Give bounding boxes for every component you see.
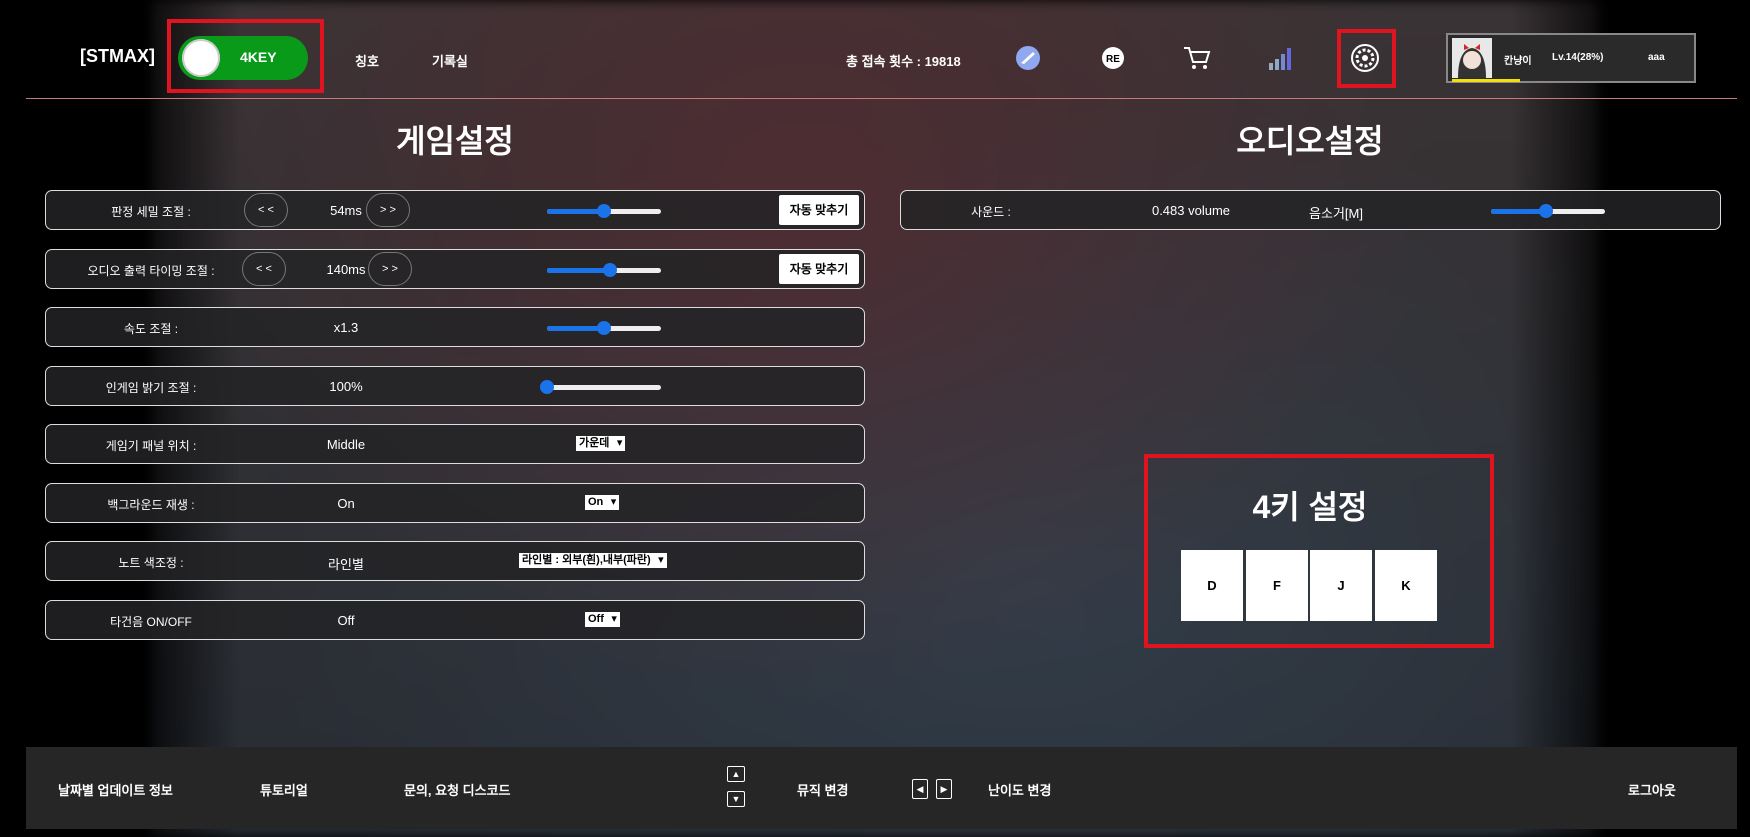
background-play-row: 백그라운드 재생 : On On: [45, 483, 865, 523]
profile-card[interactable]: 칸냥이 Lv.14(28%) aaa: [1446, 33, 1696, 83]
re-icon[interactable]: RE: [1098, 43, 1128, 73]
nav-titles[interactable]: 칭호: [355, 51, 379, 70]
visit-count: 총 접속 횟수 : 19818: [846, 54, 961, 69]
judge-offset-slider[interactable]: [547, 204, 661, 218]
auto-calibrate-button[interactable]: 자동 맞추기: [779, 254, 859, 284]
nav-records[interactable]: 기록실: [432, 51, 468, 70]
slider-thumb[interactable]: [540, 380, 554, 394]
avatar: [1452, 38, 1492, 78]
volume-value: 0.483 volume: [1151, 203, 1231, 218]
key-binding-3[interactable]: J: [1310, 550, 1372, 621]
game-settings-title: 게임설정: [396, 123, 514, 159]
row-value: x1.3: [333, 320, 359, 335]
audio-timing-row: 오디오 출력 타이밍 조절 : < < 140ms > > 자동 맞추기: [45, 249, 865, 289]
increase-button[interactable]: > >: [368, 252, 412, 286]
key-binding-1[interactable]: D: [1181, 550, 1243, 621]
toggle-knob: [182, 39, 220, 77]
brightness-slider[interactable]: [540, 380, 661, 394]
brightness-row: 인게임 밝기 조절 : 100%: [45, 366, 865, 406]
row-value: On: [337, 496, 355, 511]
ranking-bars-icon[interactable]: [1266, 43, 1296, 73]
row-label: 타건음 ON/OFF: [110, 615, 192, 629]
auto-calibrate-button[interactable]: 자동 맞추기: [779, 195, 859, 225]
panel-position-row: 게임기 패널 위치 : Middle 가운데: [45, 424, 865, 464]
music-change-label: 뮤직 변경: [797, 783, 849, 798]
row-value: Off: [337, 613, 355, 628]
difficulty-change-label: 난이도 변경: [988, 783, 1052, 798]
row-label: 사운드 :: [971, 205, 1011, 219]
background-dim: [0, 0, 1750, 837]
row-label: 오디오 출력 타이밍 조절 :: [87, 264, 215, 278]
profile-name: 칸냥이: [1504, 56, 1532, 67]
mode-toggle[interactable]: 4KEY: [178, 36, 308, 80]
audio-timing-slider[interactable]: [547, 263, 661, 277]
logout-link[interactable]: 로그아웃: [1628, 780, 1676, 799]
note-color-row: 노트 색조정 : 라인별 라인별 : 외부(흰),내부(파란): [45, 541, 865, 581]
mute-label[interactable]: 음소거[M]: [1286, 203, 1386, 222]
row-label: 게임기 패널 위치 :: [105, 439, 197, 453]
decrease-button[interactable]: < <: [244, 193, 288, 227]
note-color-select[interactable]: 라인별 : 외부(흰),내부(파란): [519, 553, 667, 568]
toggle-label: 4KEY: [240, 49, 277, 65]
row-label: 백그라운드 재생 :: [107, 498, 195, 512]
background-play-select[interactable]: On: [585, 495, 620, 510]
increase-button[interactable]: > >: [366, 193, 410, 227]
row-label: 인게임 밝기 조절 :: [105, 381, 197, 395]
row-value: 100%: [329, 379, 363, 394]
decrease-button[interactable]: < <: [242, 252, 286, 286]
panel-position-select[interactable]: 가운데: [576, 436, 626, 451]
slider-thumb[interactable]: [1538, 204, 1553, 218]
audio-settings-title: 오디오설정: [1236, 123, 1384, 159]
music-up-button[interactable]: ▲: [727, 766, 745, 782]
slider-thumb[interactable]: [597, 321, 611, 335]
svg-text:RE: RE: [1106, 54, 1120, 65]
slider-thumb[interactable]: [597, 204, 611, 218]
difficulty-left-button[interactable]: ◀: [912, 779, 928, 799]
key-binding-2[interactable]: F: [1246, 550, 1308, 621]
tutorial-link[interactable]: 튜토리얼: [260, 780, 308, 799]
row-value: Middle: [326, 437, 366, 452]
top-divider: [26, 98, 1737, 99]
volume-slider[interactable]: [1491, 204, 1605, 218]
discord-link[interactable]: 문의, 요청 디스코드: [404, 780, 511, 799]
row-label: 속도 조절 :: [123, 322, 179, 336]
slider-fill: [547, 268, 610, 273]
settings-gear-icon[interactable]: [1350, 43, 1380, 73]
key-settings-title: 4키 설정: [1252, 489, 1368, 525]
xp-bar: [1452, 79, 1520, 82]
row-label: 노트 색조정 :: [118, 556, 184, 570]
profile-id: aaa: [1648, 52, 1665, 63]
theme-icon[interactable]: [1013, 43, 1043, 73]
sound-row: 사운드 : 0.483 volume 음소거[M]: [900, 190, 1721, 230]
shop-cart-icon[interactable]: [1182, 43, 1212, 73]
slider-fill: [547, 326, 604, 331]
update-info-link[interactable]: 날짜별 업데이트 정보: [58, 780, 173, 799]
speed-row: 속도 조절 : x1.3: [45, 307, 865, 347]
logo[interactable]: [STMAX]: [80, 46, 155, 67]
key-sound-select[interactable]: Off: [585, 612, 620, 627]
row-label: 판정 세밀 조절 :: [111, 205, 191, 219]
profile-level: Lv.14(28%): [1552, 52, 1604, 63]
slider-fill: [1491, 209, 1546, 214]
difficulty-right-button[interactable]: ▶: [936, 779, 952, 799]
key-binding-4[interactable]: K: [1375, 550, 1437, 621]
judge-offset-row: 판정 세밀 조절 : < < 54ms > > 자동 맞추기: [45, 190, 865, 230]
speed-slider[interactable]: [547, 321, 661, 335]
row-value: 라인별: [328, 557, 364, 572]
slider-fill: [547, 209, 604, 214]
music-down-button[interactable]: ▼: [727, 791, 745, 807]
slider-thumb[interactable]: [602, 263, 617, 277]
key-sound-row: 타건음 ON/OFF Off Off: [45, 600, 865, 640]
